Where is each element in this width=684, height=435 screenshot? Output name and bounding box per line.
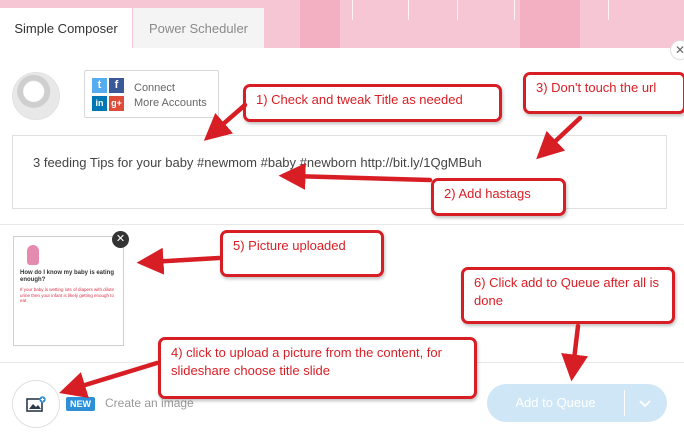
connect-label: Connect More Accounts bbox=[134, 81, 207, 111]
google-plus-icon: g+ bbox=[109, 96, 124, 111]
annotation-callout: 1) Check and tweak Title as needed bbox=[243, 84, 502, 122]
image-icon bbox=[26, 396, 46, 412]
thumbnail-body: If your baby is wetting lots of diapers … bbox=[20, 287, 115, 303]
chevron-down-icon[interactable] bbox=[635, 393, 655, 413]
button-separator bbox=[624, 390, 625, 416]
connect-line-1: Connect bbox=[134, 82, 175, 94]
attached-image-thumbnail[interactable]: How do I know my baby is eating enough? … bbox=[13, 236, 124, 346]
header-decoration bbox=[520, 0, 580, 48]
facebook-icon: f bbox=[109, 78, 124, 93]
close-icon[interactable]: ✕ bbox=[112, 231, 129, 248]
close-icon[interactable]: ✕ bbox=[670, 40, 684, 60]
header-decoration-line bbox=[352, 0, 353, 20]
tab-simple-composer[interactable]: Simple Composer bbox=[0, 8, 132, 48]
avatar bbox=[12, 72, 60, 120]
tab-label: Power Scheduler bbox=[149, 20, 248, 36]
header-decoration-line bbox=[457, 0, 458, 20]
new-badge: NEW bbox=[66, 397, 95, 411]
tab-power-scheduler[interactable]: Power Scheduler bbox=[133, 8, 264, 48]
connect-line-2: More Accounts bbox=[134, 97, 207, 109]
divider bbox=[0, 224, 684, 225]
annotation-callout: 5) Picture uploaded bbox=[220, 230, 384, 277]
upload-image-button[interactable] bbox=[12, 380, 60, 428]
annotation-callout: 2) Add hastags bbox=[431, 178, 566, 216]
baby-illustration bbox=[27, 245, 39, 265]
add-to-queue-label: Add to Queue bbox=[515, 395, 596, 410]
post-text: 3 feeding Tips for your baby #newmom #ba… bbox=[33, 155, 482, 170]
annotation-callout: 4) click to upload a picture from the co… bbox=[158, 337, 477, 399]
linkedin-icon: in bbox=[92, 96, 107, 111]
header-decoration bbox=[300, 0, 340, 48]
annotation-callout: 6) Click add to Queue after all is done bbox=[461, 267, 675, 324]
header-decoration-line bbox=[514, 0, 515, 20]
connect-accounts-button[interactable]: t f in g+ Connect More Accounts bbox=[84, 70, 219, 118]
header-decoration-line bbox=[408, 0, 409, 20]
header-decoration-line bbox=[608, 0, 609, 20]
tab-label: Simple Composer bbox=[14, 20, 118, 36]
add-to-queue-button[interactable]: Add to Queue bbox=[487, 384, 667, 422]
annotation-callout: 3) Don't touch the url bbox=[523, 72, 684, 114]
post-text-area[interactable]: 3 feeding Tips for your baby #newmom #ba… bbox=[12, 135, 667, 209]
twitter-icon: t bbox=[92, 78, 107, 93]
thumbnail-heading: How do I know my baby is eating enough? bbox=[20, 270, 115, 283]
